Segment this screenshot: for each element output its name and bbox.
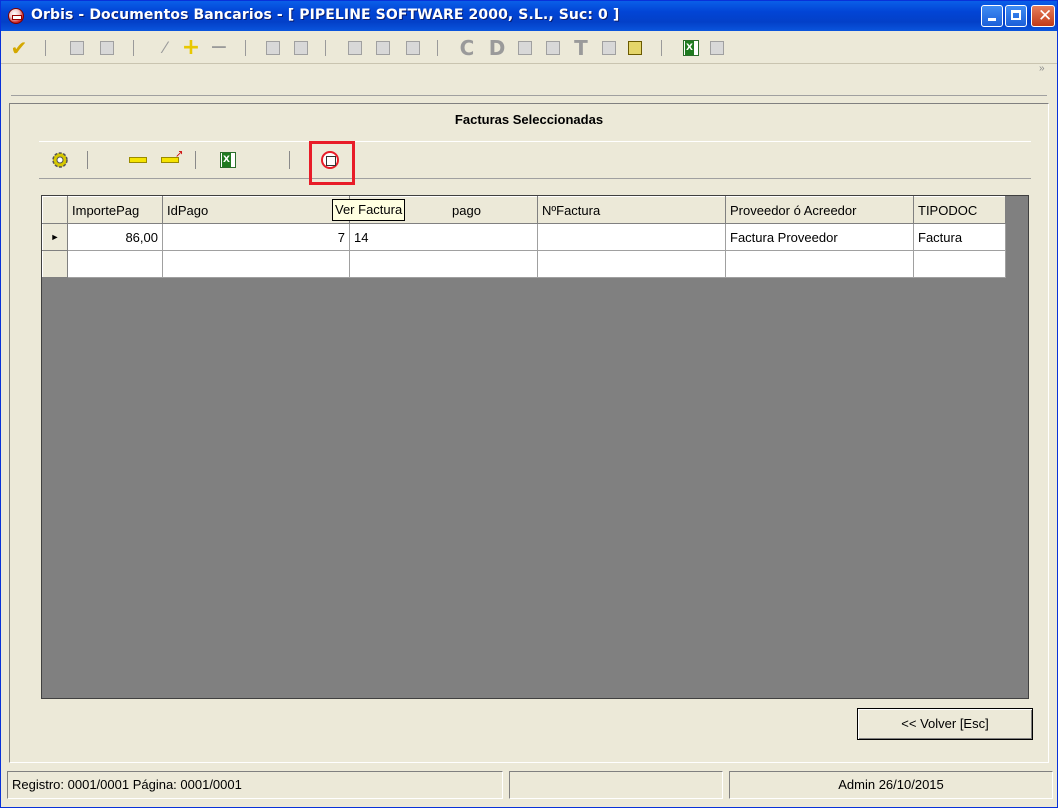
minimize-button[interactable] xyxy=(981,5,1003,27)
main-toolbar: ✔ ⁄ + − C D T » xyxy=(1,31,1057,74)
close-button[interactable]: ✕ xyxy=(1031,5,1055,27)
d-letter-icon[interactable]: D xyxy=(487,38,507,58)
remove-icon[interactable]: − xyxy=(209,37,229,59)
maximize-button[interactable] xyxy=(1005,5,1027,27)
table-row-empty[interactable] xyxy=(42,250,1006,278)
toolbar-separator xyxy=(195,151,196,169)
panel-title: Facturas Seleccionadas xyxy=(454,112,604,127)
toolbar-separator xyxy=(661,40,662,56)
status-bar: Registro: 0001/0001 Página: 0001/0001 Ad… xyxy=(7,771,1053,801)
column-header[interactable]: Proveedor ó Acreedor xyxy=(725,196,914,224)
toolbar-separator xyxy=(133,40,134,56)
current-row-indicator: ► xyxy=(42,223,68,251)
app-window: Orbis - Documentos Bancarios - [ PIPELIN… xyxy=(0,0,1058,808)
cell-nfactura[interactable] xyxy=(537,223,726,251)
check-icon[interactable]: ✔ xyxy=(9,38,29,58)
toolbar-separator xyxy=(87,151,88,169)
report-icon[interactable] xyxy=(625,38,645,58)
cell-pago[interactable]: 14 xyxy=(349,223,538,251)
row-indicator xyxy=(42,250,68,278)
export-icon[interactable] xyxy=(97,38,117,58)
status-record: Registro: 0001/0001 Página: 0001/0001 xyxy=(7,771,503,799)
table-row[interactable]: ► 86,00 7 14 Factura Proveedor Factura xyxy=(42,223,1006,251)
c-letter-icon[interactable]: C xyxy=(457,38,477,58)
folder-icon[interactable] xyxy=(345,38,365,58)
panel-toolbar: ↗ xyxy=(39,141,1031,179)
highlight-box xyxy=(309,141,355,185)
column-header[interactable]: IdPago xyxy=(162,196,350,224)
cell-tipodoc[interactable]: Factura xyxy=(913,223,1006,251)
status-user-date: Admin 26/10/2015 xyxy=(729,771,1053,799)
close-icon: ✕ xyxy=(1038,6,1053,26)
column-header[interactable]: NºFactura xyxy=(537,196,726,224)
row-indicator-header xyxy=(42,196,68,224)
new-doc-icon[interactable] xyxy=(373,38,393,58)
status-middle xyxy=(509,771,723,799)
photo-icon[interactable] xyxy=(263,38,283,58)
column-header[interactable]: ImportePag xyxy=(67,196,163,224)
add-icon[interactable]: + xyxy=(181,37,201,59)
cell-importe[interactable]: 86,00 xyxy=(67,223,163,251)
doc2-icon[interactable] xyxy=(543,38,563,58)
list-icon[interactable] xyxy=(707,38,727,58)
toolbar-separator xyxy=(45,40,46,56)
toolbar-separator xyxy=(325,40,326,56)
column-header-label: IdPago xyxy=(167,202,209,218)
excel-icon[interactable] xyxy=(681,38,701,58)
tooltip: Ver Factura xyxy=(332,199,406,221)
invoices-grid[interactable]: ImportePag IdPago pago NºFactura Proveed… xyxy=(42,196,1006,278)
excel-export-icon[interactable] xyxy=(217,149,239,171)
doc-icon[interactable] xyxy=(515,38,535,58)
cell-proveedor[interactable]: Factura Proveedor xyxy=(725,223,914,251)
brush-icon[interactable] xyxy=(291,38,311,58)
window-icon[interactable] xyxy=(599,38,619,58)
toolbar-separator xyxy=(245,40,246,56)
remove-row-icon[interactable] xyxy=(127,149,149,171)
cell-empty[interactable] xyxy=(913,250,1006,278)
minimize-icon xyxy=(988,18,996,21)
toolbar-separator xyxy=(289,151,290,169)
app-icon xyxy=(8,8,24,24)
cell-empty[interactable] xyxy=(67,250,163,278)
cell-empty[interactable] xyxy=(537,250,726,278)
cell-idpago[interactable]: 7 xyxy=(162,223,350,251)
toolbar-separator xyxy=(437,40,438,56)
edit-icon[interactable]: ⁄ xyxy=(155,38,175,58)
grid-header-row: ImportePag IdPago pago NºFactura Proveed… xyxy=(42,196,1006,224)
maximize-icon xyxy=(1011,10,1021,20)
settings-icon[interactable] xyxy=(49,149,71,171)
remove-all-icon[interactable]: ↗ xyxy=(159,149,183,171)
cell-empty[interactable] xyxy=(349,250,538,278)
panel-divider xyxy=(11,95,1047,96)
open-icon[interactable] xyxy=(403,38,423,58)
cell-empty[interactable] xyxy=(162,250,350,278)
title-bar[interactable]: Orbis - Documentos Bancarios - [ PIPELIN… xyxy=(1,1,1057,31)
import-icon[interactable] xyxy=(67,38,87,58)
cell-empty[interactable] xyxy=(725,250,914,278)
toolbar-overflow-icon[interactable]: » xyxy=(1039,63,1045,74)
column-header[interactable]: TIPODOC xyxy=(913,196,1006,224)
t-letter-icon[interactable]: T xyxy=(571,38,591,58)
window-title: Orbis - Documentos Bancarios - [ PIPELIN… xyxy=(31,7,620,23)
back-button[interactable]: << Volver [Esc] xyxy=(857,708,1033,740)
